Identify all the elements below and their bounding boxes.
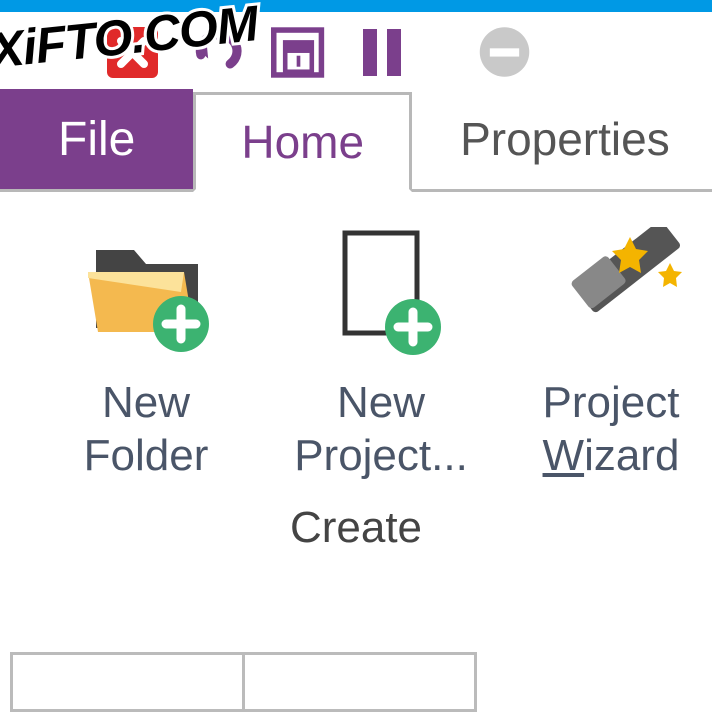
ribbon-tabs: File Home Properties [0, 92, 712, 192]
label-line2: Project... [294, 431, 468, 480]
minimize-button[interactable] [477, 25, 532, 80]
label-underline: W [543, 431, 585, 480]
document-add-icon [321, 227, 441, 357]
ribbon-group-create: New Folder New Project... [10, 222, 702, 553]
tab-file[interactable]: File [0, 89, 193, 189]
pause-button[interactable] [354, 25, 409, 80]
label-line2: Folder [84, 431, 209, 480]
label-line1: Project [543, 378, 680, 427]
save-button[interactable] [271, 25, 326, 80]
label-line1: New [337, 378, 425, 427]
label-line2-post: izard [584, 431, 679, 480]
label-line1: New [102, 378, 190, 427]
tab-home[interactable]: Home [193, 92, 412, 192]
new-project-button[interactable]: New Project... [291, 222, 471, 483]
ribbon-group-label: Create [290, 503, 422, 553]
project-wizard-button[interactable]: Project Wizard [526, 222, 696, 483]
folder-add-icon [76, 232, 216, 352]
wizard-icon [536, 227, 686, 357]
grid-cell [10, 652, 245, 712]
grid-header [10, 652, 474, 712]
new-folder-button[interactable]: New Folder [56, 222, 236, 483]
tab-properties[interactable]: Properties [412, 89, 712, 189]
ribbon-home: New Folder New Project... [0, 192, 712, 563]
grid-cell [242, 652, 477, 712]
